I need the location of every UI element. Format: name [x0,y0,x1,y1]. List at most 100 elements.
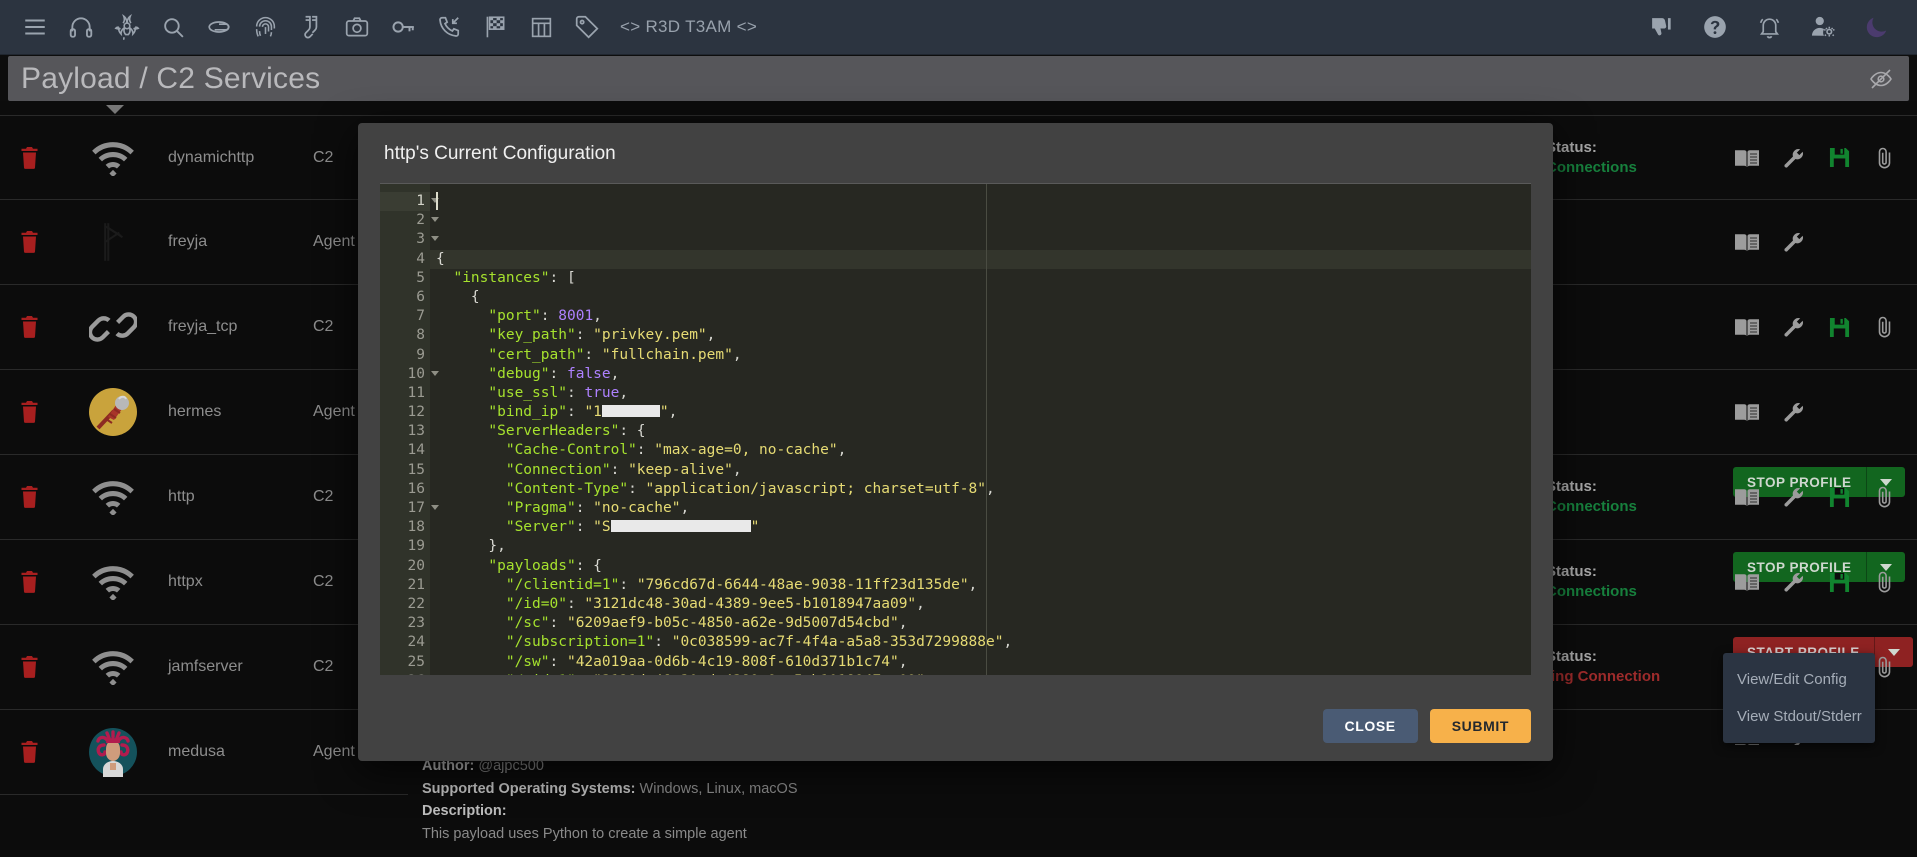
bell-icon[interactable] [1749,7,1789,47]
delete-service-cell [0,571,58,593]
trash-icon[interactable] [20,401,39,423]
line-number: 3 [380,230,439,249]
paperclip-icon[interactable] [1874,570,1894,594]
page-title-bar: Payload / C2 Services [8,56,1909,101]
editor-code-area[interactable]: { "instances": [ { "port": 8001, "key_pa… [430,184,1531,675]
collapse-caret-icon[interactable] [106,105,124,114]
dark-mode-icon[interactable] [1857,7,1897,47]
line-number: 8 [416,327,425,344]
code-token: "fullchain.pem" [601,346,733,363]
user-settings-icon[interactable] [1803,7,1843,47]
save-icon[interactable] [1829,487,1850,508]
key-icon[interactable] [380,4,426,50]
trash-icon[interactable] [20,656,39,678]
camera-icon[interactable] [334,4,380,50]
top-navigation-bar: <> R3D T3AM <> [0,0,1917,55]
wrench-icon[interactable] [1783,231,1805,253]
code-line: "instances": [ [436,269,1531,288]
status-label: Status: [1546,138,1597,156]
row-actions [1735,401,1805,423]
book-icon[interactable] [1735,572,1759,592]
headphones-icon[interactable] [58,4,104,50]
help-icon[interactable] [1695,7,1735,47]
code-token: " [659,404,669,421]
checkered-flag-icon[interactable] [472,4,518,50]
save-icon[interactable] [1829,572,1850,593]
menu-item-view-edit-config[interactable]: View/Edit Config [1723,661,1875,698]
paperclip-icon[interactable] [1874,315,1894,339]
trash-icon[interactable] [20,486,39,508]
paperclip-icon[interactable] [1874,655,1894,679]
submit-button[interactable]: SUBMIT [1429,709,1531,743]
line-number: 13 [407,423,425,440]
code-token: "Cache-Control" [505,442,637,459]
service-name: medusa [168,743,225,760]
service-name: dynamichttp [168,148,255,166]
search-icon[interactable] [150,4,196,50]
wrench-icon[interactable] [1783,486,1805,508]
code-token: : [576,673,593,675]
code-token: "/sw" [505,653,550,670]
save-icon[interactable] [1829,317,1850,338]
close-button[interactable]: CLOSE [1322,709,1418,743]
code-token: , [916,595,925,612]
line-number: 26 [380,672,430,675]
biohazard-icon[interactable] [104,4,150,50]
code-line: "payloads": { [436,557,1531,576]
book-icon[interactable] [1735,402,1759,422]
menu-item-view-stdout-stderr[interactable]: View Stdout/Stderr [1723,698,1875,735]
phone-incoming-icon[interactable] [426,4,472,50]
code-token: : [549,615,567,632]
config-editor[interactable]: 1 2 3 4 5 6 7 8 9 10 11 12 13 14 15 16 17 18 19 20 21 22 23 24 2… [380,183,1531,675]
eye-off-icon[interactable] [1869,67,1893,91]
wrench-icon[interactable] [1783,571,1805,593]
table-icon[interactable] [518,4,564,50]
code-token: "1 [584,404,602,421]
code-token: "cert_path" [488,346,585,363]
status-value: Connections [1546,583,1637,600]
code-line: { [436,288,1531,307]
wrench-icon[interactable] [1783,401,1805,423]
tag-icon[interactable] [564,4,610,50]
socks-icon[interactable] [288,4,334,50]
paperclip-icon[interactable] [196,4,242,50]
code-token: , [680,500,690,517]
code-line: "cert_path": "fullchain.pem", [436,346,1531,365]
wrench-icon[interactable] [1783,147,1805,169]
code-token: "/subscription=1" [505,634,655,651]
save-icon[interactable] [1829,147,1850,168]
delete-service-cell [0,486,58,508]
book-icon[interactable] [1735,232,1759,252]
code-line: "ServerHeaders": { [436,422,1531,441]
trash-icon[interactable] [20,231,39,253]
menu-icon[interactable] [12,4,58,50]
code-token: : [654,634,672,651]
trash-icon[interactable] [20,146,39,169]
code-token: : [566,404,585,421]
book-icon[interactable] [1735,317,1759,337]
code-token: : { [575,557,602,574]
book-icon[interactable] [1735,487,1759,507]
code-line: "/sc": "6209aef9-b05c-4850-a62e-9d5007d5… [436,614,1531,633]
code-token: "no-cache" [593,500,681,517]
wrench-icon[interactable] [1783,316,1805,338]
fingerprint-icon[interactable] [242,4,288,50]
code-token: "Content-Type" [505,480,629,497]
thumbs-down-icon[interactable] [1641,7,1681,47]
code-line: }, [436,537,1531,556]
code-token: : [584,346,602,363]
service-name: freyja [168,233,208,250]
text-cursor [436,192,438,210]
code-token: , [898,615,908,632]
trash-icon[interactable] [20,316,39,338]
paperclip-icon[interactable] [1874,146,1894,170]
trash-icon[interactable] [20,571,39,593]
trash-icon[interactable] [20,741,39,763]
row-actions [1735,231,1805,253]
paperclip-icon[interactable] [1874,485,1894,509]
book-icon[interactable] [1735,148,1759,168]
